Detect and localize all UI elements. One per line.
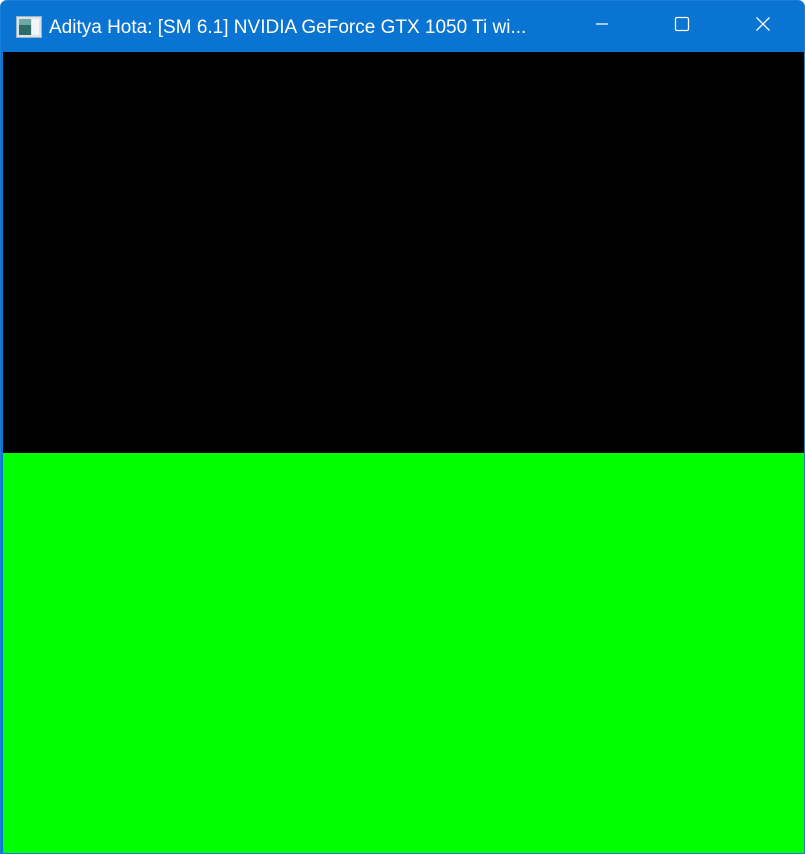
close-button[interactable] — [723, 1, 803, 52]
viewport-top-region — [3, 52, 804, 453]
maximize-button[interactable] — [642, 1, 722, 52]
minimize-button[interactable] — [562, 1, 642, 52]
minimize-icon — [594, 16, 610, 37]
title-bar[interactable]: Aditya Hota: [SM 6.1] NVIDIA GeForce GTX… — [1, 1, 804, 52]
render-viewport[interactable] — [3, 52, 804, 853]
maximize-icon — [674, 16, 690, 37]
application-window: Aditya Hota: [SM 6.1] NVIDIA GeForce GTX… — [0, 0, 805, 854]
viewport-bottom-region — [3, 453, 804, 853]
app-window-icon[interactable] — [16, 16, 42, 38]
window-title: Aditya Hota: [SM 6.1] NVIDIA GeForce GTX… — [49, 17, 527, 38]
close-icon — [755, 16, 771, 37]
